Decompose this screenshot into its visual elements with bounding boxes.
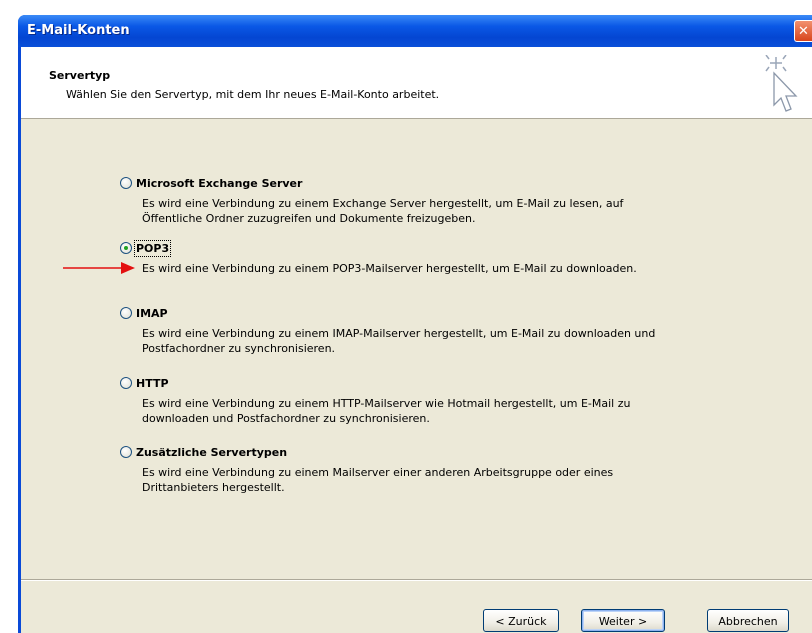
footer-divider — [21, 579, 812, 581]
option-description: Es wird eine Verbindung zu einem Mailser… — [142, 466, 614, 494]
close-button[interactable]: ✕ — [794, 20, 812, 42]
radio-http[interactable]: HTTP — [120, 374, 682, 392]
header-subtitle: Wählen Sie den Servertyp, mit dem Ihr ne… — [66, 88, 440, 101]
radio-button[interactable] — [120, 307, 132, 319]
option-label[interactable]: HTTP — [136, 377, 169, 390]
option-imap: IMAP Es wird eine Verbindung zu einem IM… — [120, 304, 682, 356]
wizard-header: Servertyp Wählen Sie den Servertyp, mit … — [21, 47, 812, 119]
option-description: Es wird eine Verbindung zu einem IMAP-Ma… — [142, 327, 656, 355]
option-description: Es wird eine Verbindung zu einem POP3-Ma… — [142, 262, 637, 275]
radio-button-selected[interactable] — [120, 242, 132, 254]
server-type-options: Microsoft Exchange Server Es wird eine V… — [21, 119, 812, 579]
option-description: Es wird eine Verbindung zu einem Exchang… — [142, 197, 624, 225]
option-description: Es wird eine Verbindung zu einem HTTP-Ma… — [142, 397, 631, 425]
radio-button[interactable] — [120, 177, 132, 189]
option-additional: Zusätzliche Servertypen Es wird eine Ver… — [120, 443, 682, 495]
option-label[interactable]: IMAP — [136, 307, 168, 320]
radio-button[interactable] — [120, 446, 132, 458]
radio-button[interactable] — [120, 377, 132, 389]
back-button[interactable]: < Zurück — [483, 609, 559, 632]
window-title: E-Mail-Konten — [27, 23, 130, 38]
cancel-button[interactable]: Abbrechen — [707, 609, 789, 632]
title-bar[interactable]: E-Mail-Konten ✕ — [18, 15, 812, 47]
dialog-client-area: Servertyp Wählen Sie den Servertyp, mit … — [21, 47, 812, 633]
radio-additional[interactable]: Zusätzliche Servertypen — [120, 443, 682, 461]
option-pop3: POP3 Es wird eine Verbindung zu einem PO… — [120, 239, 682, 276]
close-icon: ✕ — [798, 24, 809, 39]
option-label[interactable]: Zusätzliche Servertypen — [136, 446, 287, 459]
option-label[interactable]: POP3 — [133, 239, 172, 257]
dialog-window: E-Mail-Konten ✕ Servertyp Wählen Sie den… — [18, 15, 812, 633]
option-label[interactable]: Microsoft Exchange Server — [136, 177, 302, 190]
radio-pop3[interactable]: POP3 — [120, 239, 682, 257]
option-exchange: Microsoft Exchange Server Es wird eine V… — [120, 174, 682, 226]
option-http: HTTP Es wird eine Verbindung zu einem HT… — [120, 374, 682, 426]
header-title: Servertyp — [49, 69, 111, 82]
wizard-sparkle-cursor-icon — [765, 55, 798, 112]
radio-imap[interactable]: IMAP — [120, 304, 682, 322]
next-button[interactable]: Weiter > — [581, 609, 665, 632]
radio-exchange[interactable]: Microsoft Exchange Server — [120, 174, 682, 192]
